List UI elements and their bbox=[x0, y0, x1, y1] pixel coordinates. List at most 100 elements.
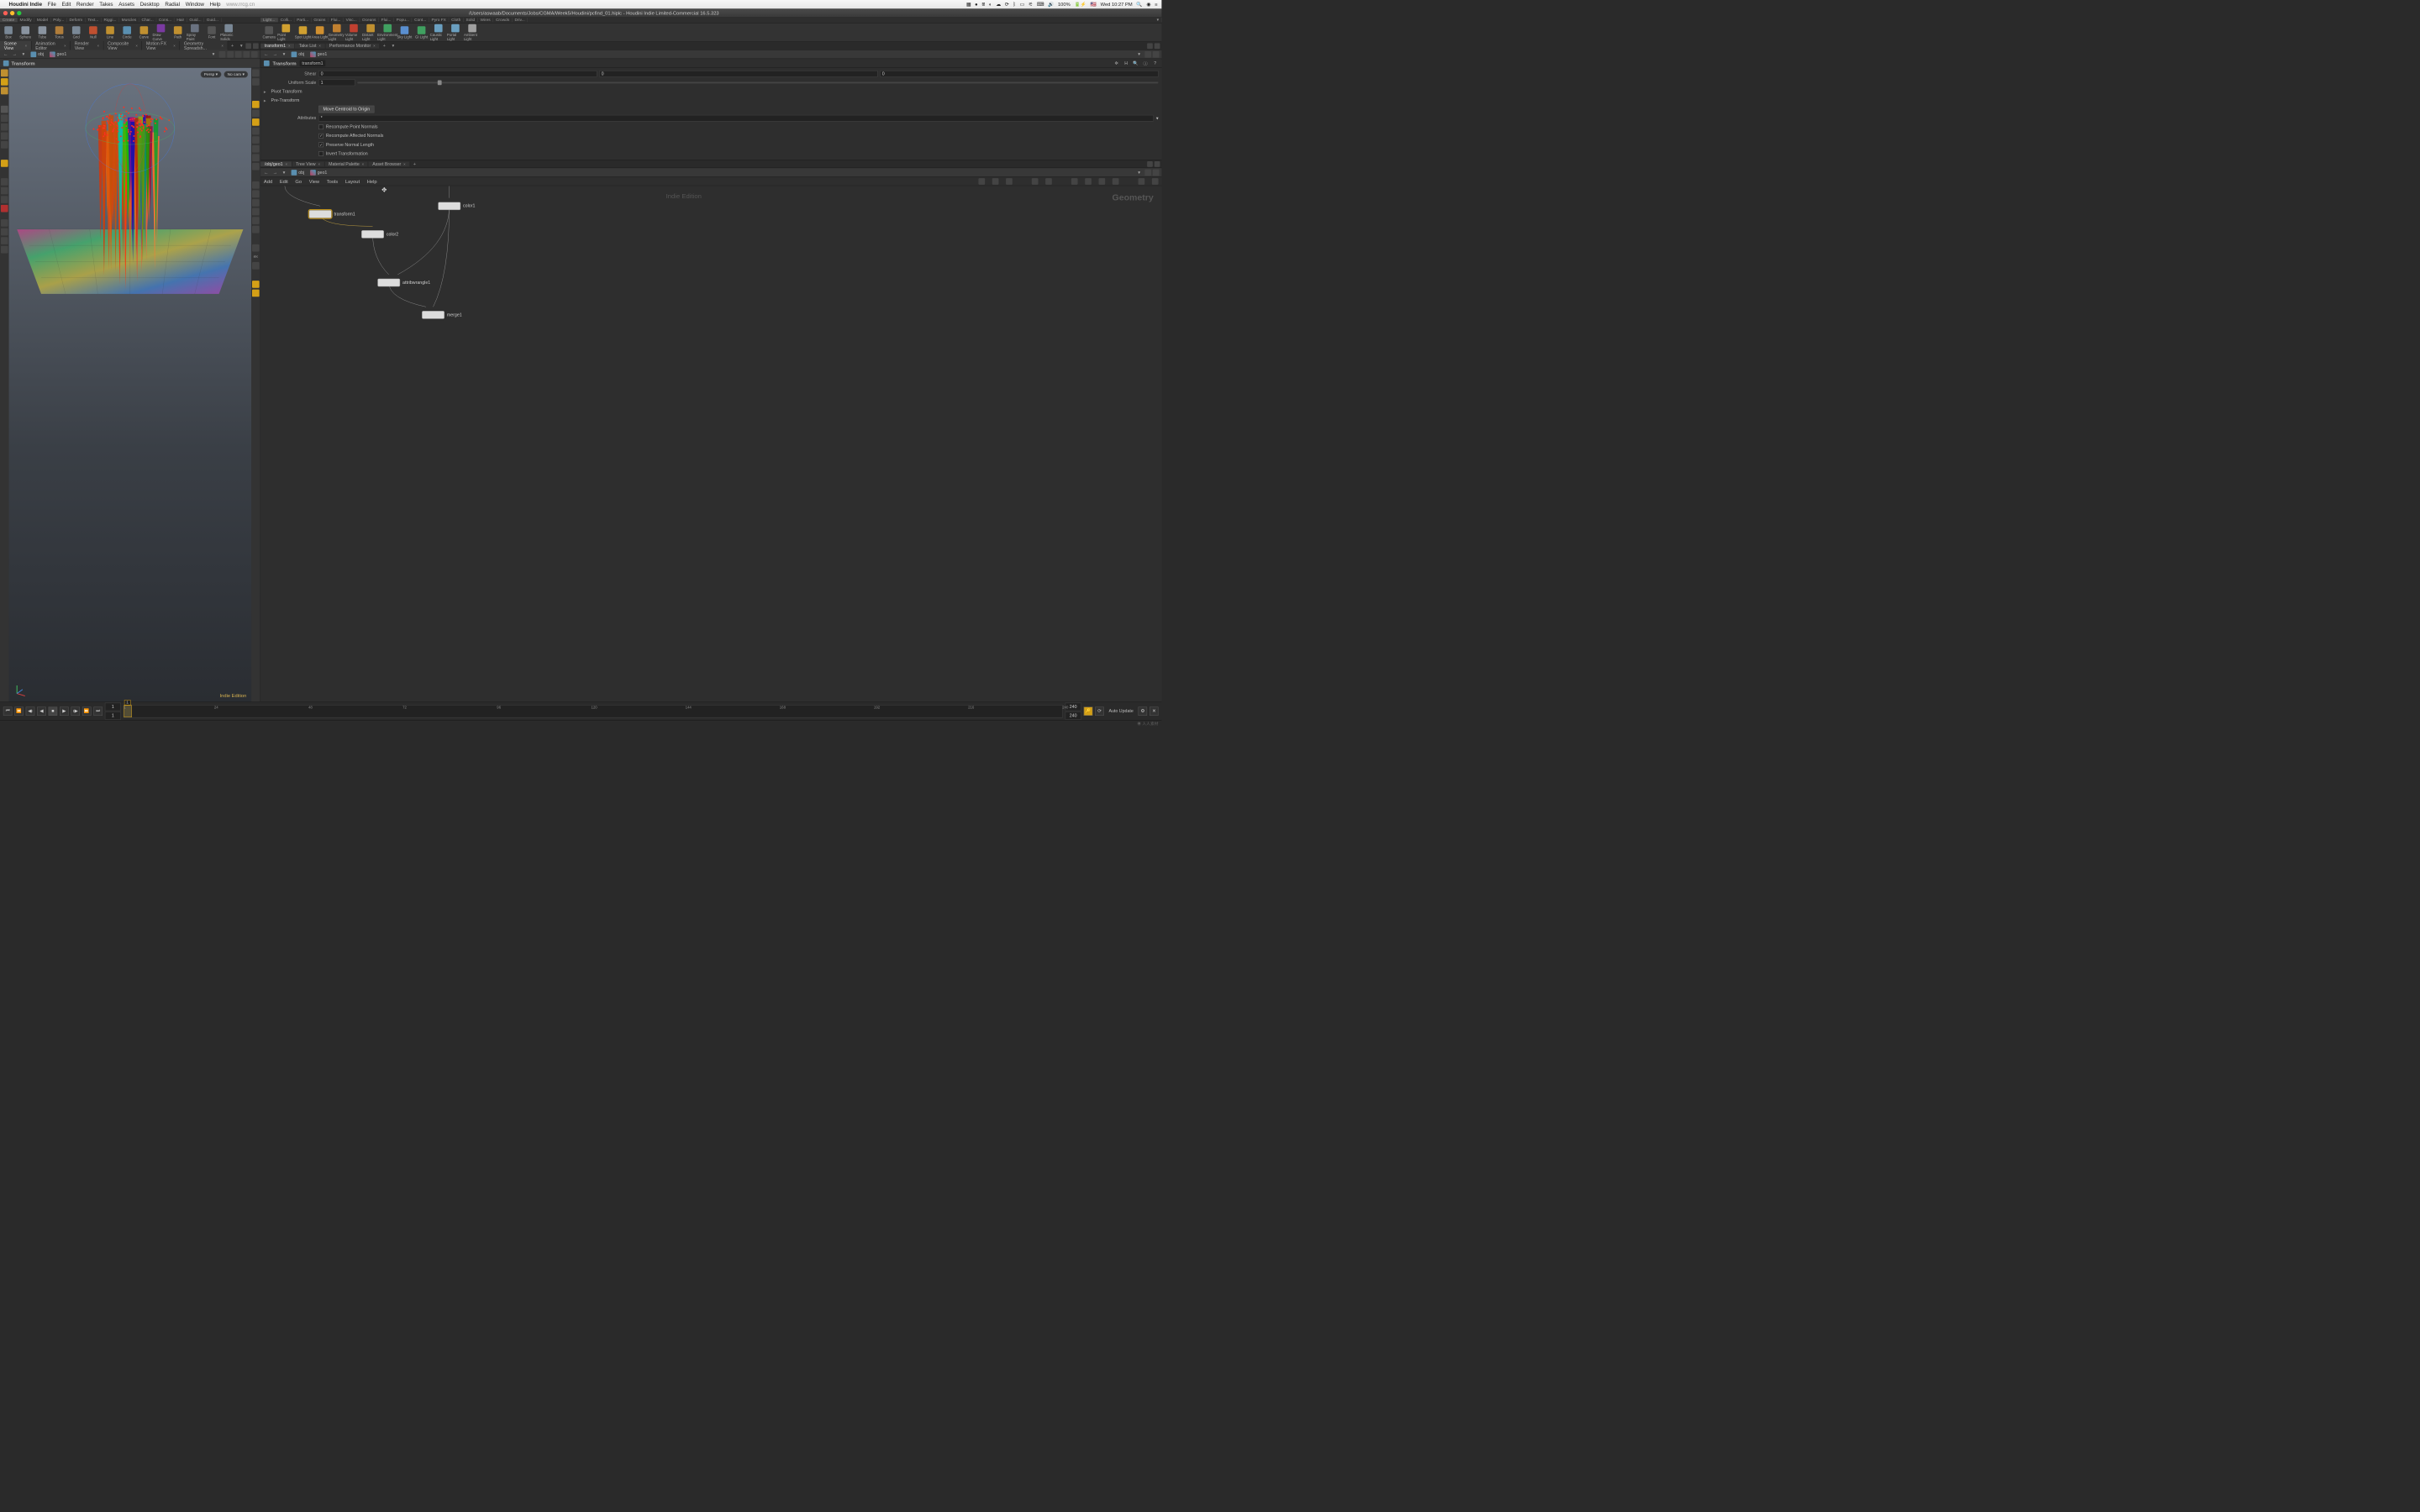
shelf-tool-geometry-light[interactable]: Geometry Light bbox=[329, 24, 345, 41]
shelf-tab[interactable]: Guid... bbox=[187, 18, 204, 22]
shelf-tool-ambient-light[interactable]: Ambient Light bbox=[464, 24, 481, 41]
play-back-button[interactable]: ◀ bbox=[37, 706, 46, 716]
nav-back-icon[interactable]: ← bbox=[3, 51, 9, 58]
tab-add-icon[interactable]: + bbox=[228, 44, 237, 49]
close-icon[interactable]: × bbox=[373, 44, 376, 48]
network-canvas[interactable]: Geometry Indie Edition ✥ transform1color… bbox=[260, 186, 1161, 701]
target-icon[interactable] bbox=[227, 51, 234, 58]
point-disp-icon[interactable] bbox=[252, 208, 260, 216]
node-color1[interactable]: color1 bbox=[438, 202, 475, 210]
edge-mode-icon[interactable] bbox=[1, 123, 8, 131]
pane-icon[interactable] bbox=[1147, 161, 1153, 167]
shelf-tab[interactable]: Parti... bbox=[294, 18, 311, 22]
next-key-button[interactable]: ⏩ bbox=[82, 706, 92, 716]
nav-dropdown-icon[interactable]: ▾ bbox=[210, 51, 217, 58]
expand-icon[interactable]: ▸ bbox=[264, 89, 269, 94]
shelf-tool-portal-light[interactable]: Portal Light bbox=[447, 24, 464, 41]
template-icon[interactable] bbox=[251, 51, 258, 58]
zoom-window-button[interactable] bbox=[17, 11, 21, 15]
shelf-tool-platonic-solids[interactable]: Platonic Solids bbox=[220, 24, 237, 41]
info-icon[interactable]: ⓘ bbox=[1142, 60, 1149, 66]
tab[interactable]: transform1× bbox=[260, 44, 295, 49]
nav-menu-icon[interactable]: ▾ bbox=[281, 51, 287, 58]
normal-disp-icon[interactable] bbox=[252, 217, 260, 224]
shelf-tab[interactable]: Model bbox=[34, 18, 50, 22]
net-menu-add[interactable]: Add bbox=[264, 178, 272, 184]
battery-icon[interactable]: 🔋⚡ bbox=[1075, 2, 1086, 8]
overview-icon[interactable] bbox=[1152, 178, 1159, 185]
snap-icon[interactable] bbox=[1, 160, 8, 167]
notification-icon[interactable]: ≡ bbox=[1155, 2, 1157, 8]
dropbox-icon[interactable]: ⧈ bbox=[981, 1, 985, 7]
shelf-tool-camera[interactable]: Camera bbox=[260, 24, 277, 41]
close-icon[interactable]: × bbox=[362, 162, 365, 166]
path-node[interactable]: geo1 bbox=[57, 52, 67, 57]
move-centroid-button[interactable]: Move Centroid to Origin bbox=[318, 106, 374, 113]
tab-menu-icon[interactable]: ▾ bbox=[237, 43, 245, 48]
shelf-tool-line[interactable]: Line bbox=[102, 24, 118, 41]
last-frame-button[interactable]: ⏭ bbox=[93, 706, 103, 716]
xray-icon[interactable] bbox=[252, 163, 260, 171]
lighting-icon[interactable] bbox=[252, 118, 260, 126]
shear-z-field[interactable] bbox=[880, 71, 1158, 77]
nav-fwd-icon[interactable]: → bbox=[272, 169, 279, 176]
tray-icon[interactable]: ☁ bbox=[996, 2, 1001, 8]
uv-icon[interactable] bbox=[252, 226, 260, 234]
shelf-tool-torus[interactable]: Torus bbox=[50, 24, 67, 41]
prev-key-button[interactable]: ⏪ bbox=[14, 706, 24, 716]
close-icon[interactable]: × bbox=[135, 44, 138, 48]
shelf-tool-gi-light[interactable]: GI Light bbox=[413, 24, 430, 41]
shelf-tool-caustic-light[interactable]: Caustic Light bbox=[430, 24, 447, 41]
cook-icon[interactable]: ⚙ bbox=[1139, 706, 1148, 716]
close-icon[interactable]: × bbox=[221, 44, 224, 48]
view-tool-icon[interactable] bbox=[1, 87, 8, 95]
tab[interactable]: Composite View× bbox=[103, 41, 142, 51]
menu-takes[interactable]: Takes bbox=[99, 1, 113, 7]
shelf-tool-sphere[interactable]: Sphere bbox=[17, 24, 34, 41]
nav-dropdown-icon[interactable]: ▾ bbox=[1136, 51, 1143, 58]
pane-icon[interactable] bbox=[253, 43, 259, 49]
help-icon[interactable]: ? bbox=[1152, 60, 1159, 66]
attributes-field[interactable] bbox=[318, 115, 1154, 122]
camera-menu[interactable]: No cam ▾ bbox=[224, 71, 248, 77]
inspect-icon[interactable] bbox=[1, 228, 8, 236]
pin-icon[interactable] bbox=[1144, 51, 1151, 58]
nav-fwd-icon[interactable]: → bbox=[11, 51, 18, 58]
menu-window[interactable]: Window bbox=[186, 1, 204, 7]
shelf-tab[interactable]: Hair bbox=[174, 18, 187, 22]
path-root[interactable]: obj bbox=[38, 52, 44, 57]
wifi-icon[interactable]: ⚟ bbox=[1028, 2, 1033, 8]
shelf-tab[interactable]: Deform bbox=[67, 18, 86, 22]
shelf-tool-spot-light[interactable]: Spot Light bbox=[294, 24, 311, 41]
display-icon[interactable]: ▭ bbox=[1020, 2, 1024, 8]
folder-icon[interactable] bbox=[1113, 178, 1119, 185]
snap-multi-icon[interactable] bbox=[1, 205, 8, 213]
nav-fwd-icon[interactable]: → bbox=[272, 51, 279, 58]
node-color2[interactable]: color2 bbox=[361, 230, 398, 239]
shelf-tab[interactable]: Colli... bbox=[278, 18, 295, 22]
shelf-tab[interactable]: Guid... bbox=[204, 18, 221, 22]
step-fwd-button[interactable]: ı▶ bbox=[71, 706, 80, 716]
shelf-tool-grid[interactable]: Grid bbox=[68, 24, 85, 41]
tab[interactable]: Motion FX View× bbox=[142, 41, 180, 51]
shelf-tab[interactable]: Riggi... bbox=[102, 18, 119, 22]
grid-small-icon[interactable] bbox=[1032, 178, 1039, 185]
background-icon[interactable] bbox=[252, 136, 260, 144]
menu-desktop[interactable]: Desktop bbox=[140, 1, 160, 7]
shelf-tool-circle[interactable]: Circle bbox=[118, 24, 135, 41]
shelf-tab[interactable]: Cons... bbox=[156, 18, 174, 22]
tab[interactable]: Render View× bbox=[71, 41, 103, 51]
info-icon[interactable] bbox=[252, 262, 260, 270]
auto-update-label[interactable]: Auto Update bbox=[1108, 709, 1133, 714]
close-icon[interactable]: × bbox=[288, 44, 291, 48]
snap-curve-icon[interactable] bbox=[1, 196, 8, 203]
pane-icon[interactable] bbox=[1147, 43, 1153, 49]
play-forward-button[interactable]: ▶ bbox=[60, 706, 69, 716]
close-icon[interactable]: × bbox=[173, 44, 176, 48]
point-num-icon[interactable] bbox=[252, 191, 260, 198]
param-name-field[interactable]: transform1 bbox=[299, 60, 325, 66]
nav-back-icon[interactable]: ← bbox=[263, 169, 270, 176]
path-node[interactable]: geo1 bbox=[318, 170, 328, 175]
flag-icon[interactable]: 🇺🇸 bbox=[1091, 2, 1097, 8]
lock-icon[interactable] bbox=[252, 101, 260, 108]
